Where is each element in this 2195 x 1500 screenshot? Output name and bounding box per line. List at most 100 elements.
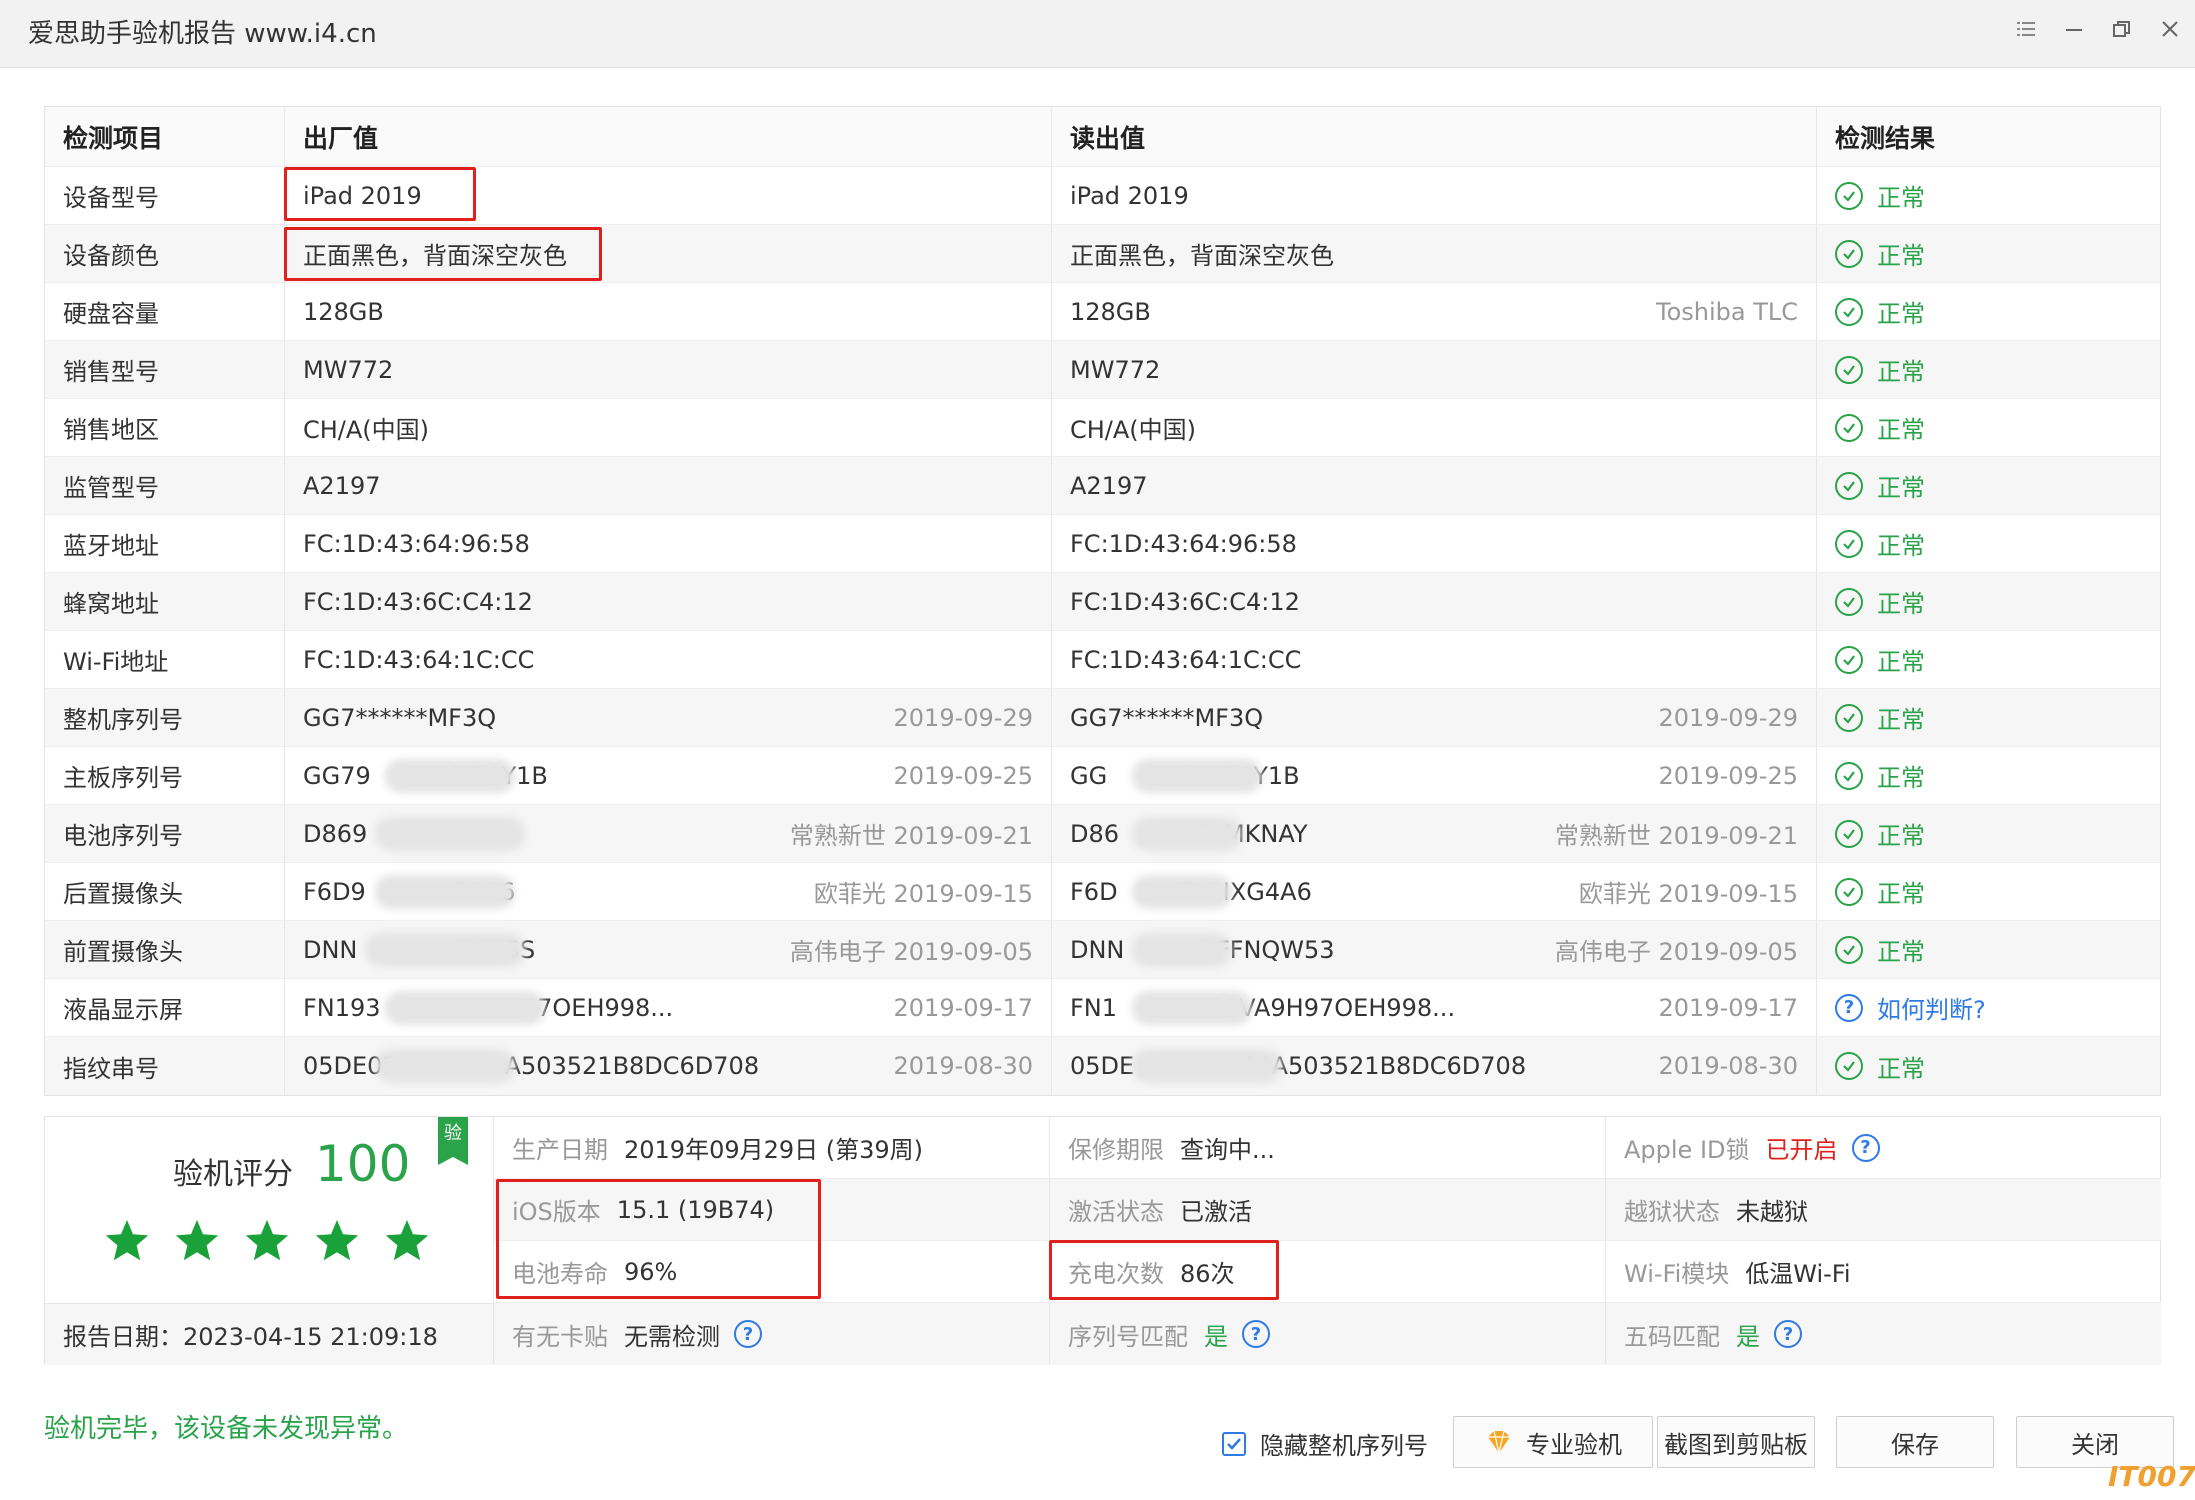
result-cell: 正常 <box>1817 573 2160 630</box>
read-value-cell: D86 8LMKNAY 常熟新世 2019-09-21 <box>1052 805 1817 862</box>
result-text: 正常 <box>1877 1054 1925 1083</box>
report-date: 报告日期：2023-04-15 21:09:18 <box>45 1303 494 1365</box>
question-circle-icon[interactable]: ? <box>1242 1320 1270 1348</box>
info-cell: 越狱状态 未越狱 <box>1606 1179 2161 1240</box>
diamond-icon <box>1488 1430 1510 1454</box>
info-row: 有无卡贴 无需检测? 序列号匹配是? 五码匹配是? <box>494 1303 2161 1365</box>
info-label: Wi-Fi模块 <box>1624 1260 1730 1288</box>
info-value: 已开启 <box>1765 1136 1838 1164</box>
header-result: 检测结果 <box>1835 123 1936 153</box>
info-value: 2019年09月29日 (第39周) <box>624 1136 924 1164</box>
row-item-label: 电池序列号 <box>45 805 285 862</box>
redacted-blur <box>1132 933 1232 967</box>
result-normal: 正常 <box>1835 874 1925 909</box>
hide-serial-option[interactable]: 隐藏整机序列号 <box>1222 1426 1428 1461</box>
table-row: 销售型号 MW772 MW772 正常 <box>45 341 2160 399</box>
info-cell: 保修期限 查询中... <box>1050 1117 1606 1178</box>
redacted-blur <box>1132 991 1252 1025</box>
pro-check-button[interactable]: 专业验机 <box>1453 1416 1653 1468</box>
list-icon[interactable] <box>2010 18 2042 50</box>
check-circle-icon <box>1835 181 1863 210</box>
info-label: 激活状态 <box>1068 1198 1164 1226</box>
result-normal: 正常 <box>1835 236 1925 271</box>
redacted-blur <box>385 759 515 793</box>
save-button[interactable]: 保存 <box>1836 1416 1994 1468</box>
close-icon[interactable] <box>2154 18 2186 50</box>
question-circle-icon[interactable]: ? <box>734 1320 762 1348</box>
check-circle-icon <box>1835 297 1863 326</box>
factory-value: CH/A(中国) <box>303 416 430 444</box>
read-note: 常熟新世 2019-09-21 <box>1554 822 1798 850</box>
row-item-label: 设备型号 <box>45 167 285 224</box>
result-cell: 正常 <box>1817 805 2160 862</box>
question-circle-icon[interactable]: ? <box>1851 1133 1880 1162</box>
read-note: 2019-09-17 <box>1658 993 1798 1022</box>
read-value-cell: DNN EFFNQW53 高伟电子 2019-09-05 <box>1052 921 1817 978</box>
factory-value-cell: GG7******MF3Q 2019-09-29 <box>285 689 1052 746</box>
read-note: 2019-09-25 <box>1658 761 1798 790</box>
how-to-judge-link[interactable]: ? 如何判断? <box>1835 990 1986 1025</box>
result-text: 正常 <box>1877 532 1925 560</box>
factory-value: MW772 <box>303 355 394 384</box>
result-cell: 正常 <box>1817 631 2160 688</box>
info-cell: 生产日期 2019年09月29日 (第39周) <box>494 1117 1050 1178</box>
highlight-device-color <box>284 227 602 281</box>
factory-value: FC:1D:43:64:1C:CC <box>303 645 535 674</box>
info-cell: Wi-Fi模块 低温Wi-Fi <box>1606 1241 2161 1302</box>
table-row: 硬盘容量 128GB 128GB Toshiba TLC 正常 <box>45 283 2160 341</box>
result-text: 正常 <box>1877 764 1925 792</box>
factory-note: 高伟电子 2019-09-05 <box>789 938 1033 966</box>
result-normal: 正常 <box>1835 642 1925 677</box>
result-normal: 正常 <box>1835 178 1925 213</box>
read-value-cell: 正面黑色，背面深空灰色 <box>1052 225 1817 282</box>
check-circle-icon <box>1835 877 1863 906</box>
factory-value-cell: F6D9 G4A6欧菲光 2019-09-15 <box>285 863 1052 920</box>
screenshot-clipboard-button[interactable]: 截图到剪贴板 <box>1657 1416 1815 1468</box>
result-text: 正常 <box>1877 474 1925 502</box>
table-row: 销售地区 CH/A(中国) CH/A(中国) 正常 <box>45 399 2160 457</box>
row-item-label: 后置摄像头 <box>45 863 285 920</box>
minimize-icon[interactable] <box>2058 18 2090 50</box>
result-normal: 正常 <box>1835 468 1925 503</box>
score-value: 100 <box>315 1135 411 1193</box>
result-normal: 正常 <box>1835 700 1925 735</box>
result-text: 正常 <box>1877 590 1925 618</box>
result-text: 正常 <box>1877 648 1925 676</box>
result-cell: ? 如何判断? <box>1817 979 2160 1036</box>
question-circle-icon[interactable]: ? <box>1774 1320 1802 1348</box>
result-normal: 正常 <box>1835 584 1925 619</box>
table-row: 蜂窝地址 FC:1D:43:6C:C4:12 FC:1D:43:6C:C4:12 正常 <box>45 573 2160 631</box>
redacted-blur <box>1132 817 1242 851</box>
factory-value-cell: MW772 <box>285 341 1052 398</box>
read-value: GG7******MF3Q <box>1070 703 1264 732</box>
row-item-label: 销售地区 <box>45 399 285 456</box>
check-circle-icon <box>1835 1052 1863 1080</box>
factory-note: 2019-08-30 <box>893 1052 1033 1080</box>
factory-value-cell: FC:1D:43:6C:C4:12 <box>285 573 1052 630</box>
info-label: Apple ID锁 <box>1624 1136 1750 1164</box>
read-value: FC:1D:43:64:1C:CC <box>1070 645 1302 674</box>
check-circle-icon <box>1835 587 1863 616</box>
result-cell: 正常 <box>1817 457 2160 514</box>
factory-note: 常熟新世 2019-09-21 <box>789 822 1033 850</box>
result-normal: 正常 <box>1835 1049 1925 1084</box>
read-value: MW772 <box>1070 355 1161 384</box>
hide-serial-checkbox[interactable] <box>1222 1431 1246 1456</box>
header-read: 读出值 <box>1052 107 1817 166</box>
info-cell: 五码匹配是? <box>1606 1303 2161 1365</box>
info-value: 低温Wi-Fi <box>1745 1260 1851 1288</box>
redacted-blur <box>375 817 525 851</box>
result-text: 正常 <box>1877 358 1925 386</box>
factory-value-cell: 05DE02 A503521B8DC6D708 2019-08-30 <box>285 1037 1052 1095</box>
check-circle-icon <box>1835 239 1863 268</box>
factory-value-cell: FN193 A9H97OEH998... 2019-09-17 <box>285 979 1052 1036</box>
result-normal: 正常 <box>1835 352 1925 387</box>
factory-value: 05DE02 A503521B8DC6D708 <box>303 1052 760 1080</box>
row-item-label: 蜂窝地址 <box>45 573 285 630</box>
factory-value: 128GB <box>303 297 384 326</box>
check-circle-icon <box>1835 819 1863 848</box>
factory-value: A2197 <box>303 471 381 500</box>
score-panel: 验机评分 100 验 <box>45 1117 494 1303</box>
read-note: 2019-09-29 <box>1658 703 1798 732</box>
restore-icon[interactable] <box>2106 18 2138 50</box>
